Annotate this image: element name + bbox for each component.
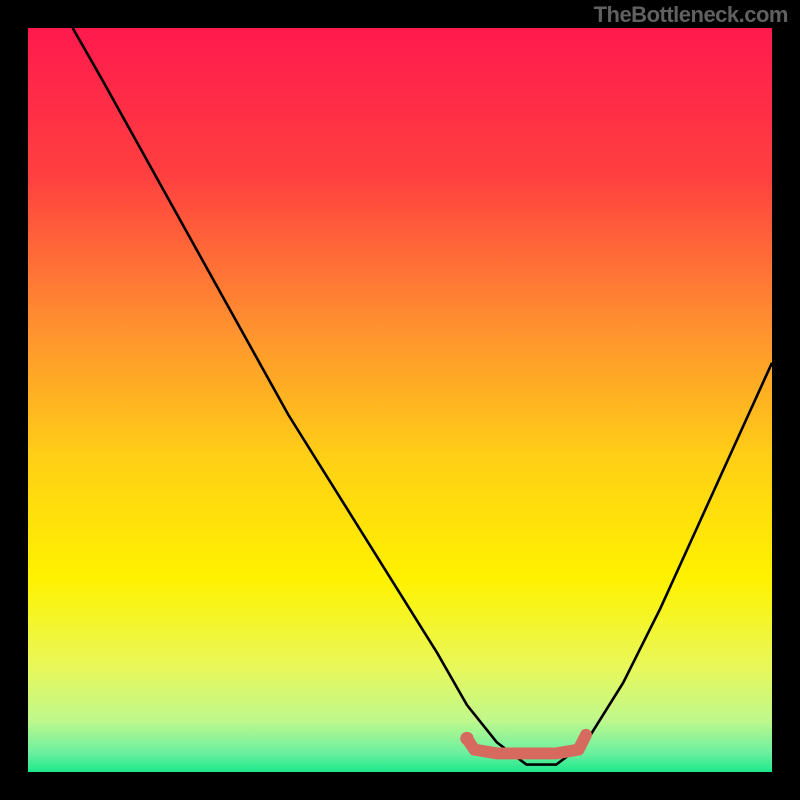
chart-svg [28, 28, 772, 772]
attribution-text: TheBottleneck.com [594, 2, 788, 28]
optimal-start-dot [460, 732, 473, 745]
bottleneck-curve [73, 28, 772, 765]
chart-frame: TheBottleneck.com [0, 0, 800, 800]
optimal-range-marker [467, 735, 586, 754]
plot-area [28, 28, 772, 772]
